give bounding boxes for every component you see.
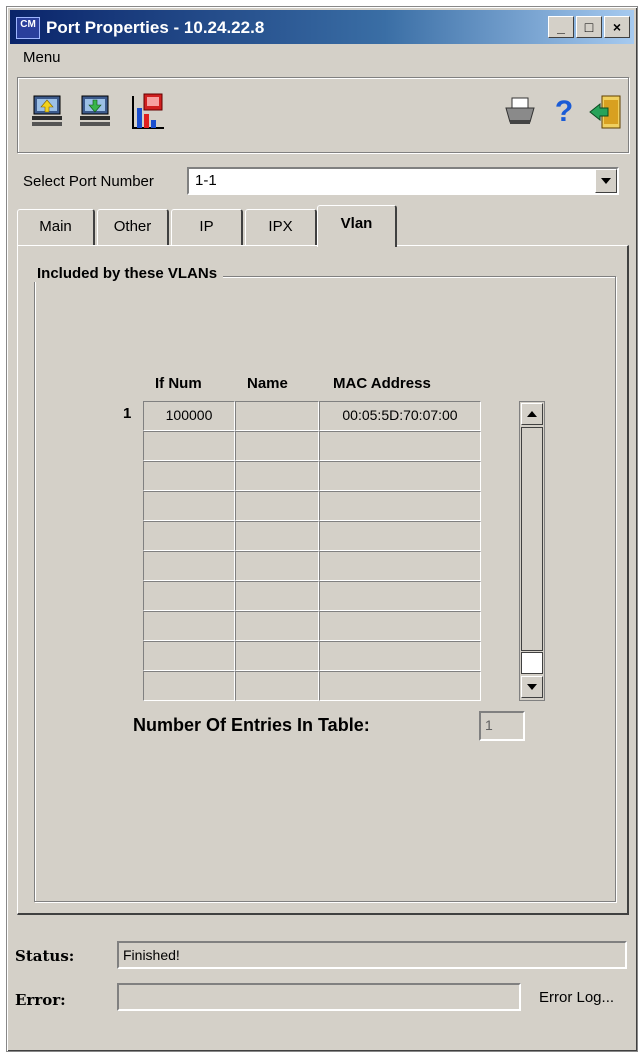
help-icon[interactable]: ?	[544, 92, 584, 132]
menu-bar: Menu	[21, 49, 63, 66]
toolbar: ?	[17, 77, 629, 153]
window-title: Port Properties - 10.24.22.8	[46, 18, 265, 37]
minimize-button[interactable]: _	[548, 16, 574, 38]
bar-chart-icon[interactable]	[128, 92, 168, 132]
table-cell-if-num[interactable]	[143, 611, 235, 641]
table-cell-mac[interactable]	[319, 521, 481, 551]
table-cell-name[interactable]	[235, 491, 319, 521]
table-cell-name[interactable]	[235, 671, 319, 701]
port-number-value: 1-1	[195, 172, 217, 189]
error-log-link[interactable]: Error Log...	[539, 989, 614, 1006]
maximize-button[interactable]: □	[576, 16, 602, 38]
table-cell-name[interactable]	[235, 641, 319, 671]
upload-icon[interactable]	[28, 92, 68, 132]
port-number-select[interactable]: 1-1	[187, 167, 619, 195]
table-cell-mac[interactable]	[319, 431, 481, 461]
column-header-name: Name	[247, 375, 288, 392]
scroll-up-arrow-icon[interactable]	[521, 403, 543, 425]
table-cell-name[interactable]	[235, 401, 319, 431]
row-number: 1	[123, 405, 132, 422]
table-cell-name[interactable]	[235, 581, 319, 611]
table-cell-name[interactable]	[235, 611, 319, 641]
tab-ip[interactable]: IP	[171, 209, 243, 245]
status-label: Status:	[15, 947, 75, 965]
table-cell-if-num[interactable]	[143, 581, 235, 611]
column-header-mac: MAC Address	[333, 375, 431, 392]
scroll-down-arrow-icon[interactable]	[521, 676, 543, 698]
table-cell-if-num[interactable]	[143, 551, 235, 581]
scroll-track[interactable]	[521, 427, 543, 651]
table-cell-if-num[interactable]: 100000	[143, 401, 235, 431]
table-cell-mac[interactable]	[319, 641, 481, 671]
column-header-if-num: If Num	[155, 375, 202, 392]
group-title: Included by these VLANs	[31, 265, 224, 282]
table-cell-mac[interactable]	[319, 461, 481, 491]
table-cell-if-num[interactable]	[143, 641, 235, 671]
entries-count-label: Number Of Entries In Table:	[133, 715, 370, 735]
table-cell-mac[interactable]	[319, 491, 481, 521]
entries-count-field: 1	[479, 711, 525, 741]
tab-ipx[interactable]: IPX	[245, 209, 317, 245]
table-cell-name[interactable]	[235, 521, 319, 551]
download-icon[interactable]	[76, 92, 116, 132]
table-cell-mac[interactable]: 00:05:5D:70:07:00	[319, 401, 481, 431]
table-cell-name[interactable]	[235, 551, 319, 581]
table-scrollbar[interactable]	[519, 401, 545, 701]
dropdown-arrow-icon[interactable]	[595, 169, 617, 193]
menu-item-menu[interactable]: Menu	[21, 49, 63, 66]
error-field	[117, 983, 521, 1011]
exit-icon[interactable]	[586, 92, 626, 132]
scroll-thumb[interactable]	[521, 652, 543, 674]
table-cell-if-num[interactable]	[143, 431, 235, 461]
select-port-label: Select Port Number	[23, 173, 154, 190]
title-bar[interactable]: CM Port Properties - 10.24.22.8 _ □ ×	[10, 10, 634, 44]
table-cell-if-num[interactable]	[143, 671, 235, 701]
table-cell-mac[interactable]	[319, 611, 481, 641]
printer-icon[interactable]	[500, 92, 540, 132]
table-cell-mac[interactable]	[319, 671, 481, 701]
table-cell-mac[interactable]	[319, 551, 481, 581]
error-label: Error:	[15, 991, 66, 1009]
status-field: Finished!	[117, 941, 627, 969]
tab-vlan[interactable]: Vlan	[317, 205, 397, 247]
close-button[interactable]: ×	[604, 16, 630, 38]
table-cell-if-num[interactable]	[143, 491, 235, 521]
tab-other[interactable]: Other	[97, 209, 169, 245]
port-properties-window: CM Port Properties - 10.24.22.8 _ □ × Me…	[6, 6, 638, 1052]
table-cell-mac[interactable]	[319, 581, 481, 611]
tab-main[interactable]: Main	[17, 209, 95, 245]
table-cell-if-num[interactable]	[143, 461, 235, 491]
table-cell-if-num[interactable]	[143, 521, 235, 551]
table-cell-name[interactable]	[235, 431, 319, 461]
app-icon: CM	[16, 17, 40, 39]
table-cell-name[interactable]	[235, 461, 319, 491]
